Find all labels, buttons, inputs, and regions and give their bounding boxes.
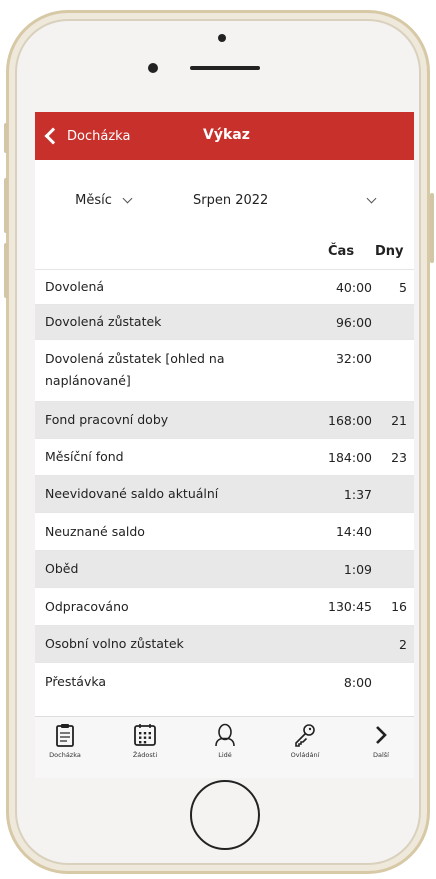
row-label: Odpracováno	[45, 598, 129, 614]
back-label: Docházka	[67, 128, 131, 144]
table-row[interactable]: Dovolená 40:00 5	[35, 269, 414, 304]
row-dny: 16	[391, 599, 407, 614]
tab-zadosti[interactable]: Žádosti	[115, 723, 175, 759]
row-label: Dovolená zůstatek [ohled na naplánované]	[45, 351, 225, 388]
volume-up-button	[4, 178, 8, 233]
person-icon	[215, 723, 235, 747]
table-row[interactable]: Fond pracovní doby 168:00 21	[35, 401, 414, 438]
table-row[interactable]: Neevidované saldo aktuální 1:37	[35, 475, 414, 512]
navigation-bar: Docházka Výkaz	[35, 112, 414, 160]
table-row[interactable]: Neuznané saldo 14:40	[35, 512, 414, 550]
filter-bar: Měsíc Srpen 2022	[35, 184, 414, 224]
table-row[interactable]: Přestávka 8:00	[35, 662, 414, 701]
column-header-cas: Čas	[328, 244, 355, 259]
row-dny: 2	[399, 636, 407, 652]
period-value: Srpen 2022	[193, 192, 269, 208]
row-cas: 1:09	[343, 561, 372, 577]
row-label: Neevidované saldo aktuální	[45, 486, 219, 501]
back-button[interactable]: Docházka	[43, 125, 130, 147]
table-row[interactable]: Dovolená zůstatek [ohled na naplánované]…	[35, 339, 414, 401]
table-row[interactable]: Oběd 1:09	[35, 550, 414, 587]
tab-label: Docházka	[49, 751, 81, 759]
tab-dalsi[interactable]: Další	[351, 723, 411, 759]
chevron-left-icon	[44, 127, 62, 145]
tab-ovladani[interactable]: Ovládání	[275, 723, 335, 759]
table-row[interactable]: Měsíční fond 184:00 23	[35, 438, 414, 475]
front-camera	[218, 34, 226, 42]
row-cas: 96:00	[335, 314, 372, 330]
tab-label: Ovládání	[290, 751, 320, 759]
row-cas: 8:00	[343, 674, 372, 690]
row-label: Neuznané saldo	[45, 523, 145, 539]
proximity-sensor	[148, 63, 158, 73]
key-icon	[295, 724, 315, 747]
table-row[interactable]: Odpracováno 130:45 16	[35, 587, 414, 625]
home-button[interactable]	[190, 780, 260, 850]
row-dny: 21	[391, 412, 407, 428]
page-title: Výkaz	[203, 127, 250, 143]
tab-lide[interactable]: Lidé	[195, 723, 255, 759]
row-cas: 14:40	[335, 524, 372, 539]
row-label: Dovolená zůstatek	[45, 314, 162, 329]
column-header-dny: Dny	[375, 244, 404, 259]
row-cas: 184:00	[328, 449, 372, 465]
clipboard-icon	[56, 724, 74, 747]
calendar-icon	[134, 724, 156, 746]
chevron-down-icon	[366, 193, 377, 203]
table-row[interactable]: Dovolená zůstatek 96:00	[35, 304, 414, 339]
table-row[interactable]: Osobní volno zůstatek 2	[35, 625, 414, 662]
mute-switch	[4, 123, 8, 153]
tab-label: Žádosti	[132, 751, 158, 759]
row-label: Měsíční fond	[45, 449, 124, 464]
row-dny: 23	[391, 449, 407, 465]
tab-dochazka[interactable]: Docházka	[35, 723, 95, 759]
tab-label: Lidé	[218, 751, 232, 759]
row-cas: 40:00	[335, 279, 372, 295]
bottom-tab-bar: Docházka Žádosti Lidé Ovládání Další	[35, 716, 414, 778]
row-label: Přestávka	[45, 674, 107, 689]
app-screen: Docházka Výkaz Měsíc Srpen 2022 Čas Dny …	[35, 112, 414, 778]
tab-label: Další	[373, 751, 389, 759]
earpiece-speaker	[190, 66, 260, 70]
row-cas: 32:00	[335, 351, 372, 366]
power-button	[430, 193, 434, 263]
period-type-value: Měsíc	[75, 192, 112, 208]
row-label: Oběd	[45, 561, 79, 576]
volume-down-button	[4, 243, 8, 298]
chevron-right-icon	[376, 726, 387, 744]
row-cas: 1:37	[343, 486, 372, 502]
row-cas: 168:00	[328, 412, 372, 428]
report-table: Dovolená 40:00 5 Dovolená zůstatek 96:00…	[35, 269, 414, 701]
row-cas: 130:45	[328, 599, 372, 614]
row-label: Osobní volno zůstatek	[45, 636, 184, 651]
period-type-select[interactable]: Měsíc	[57, 184, 149, 216]
row-dny: 5	[399, 279, 407, 295]
period-value-select[interactable]: Srpen 2022	[183, 184, 389, 216]
row-label: Dovolená	[45, 279, 105, 294]
chevron-down-icon	[122, 193, 133, 203]
row-label: Fond pracovní doby	[45, 412, 169, 427]
